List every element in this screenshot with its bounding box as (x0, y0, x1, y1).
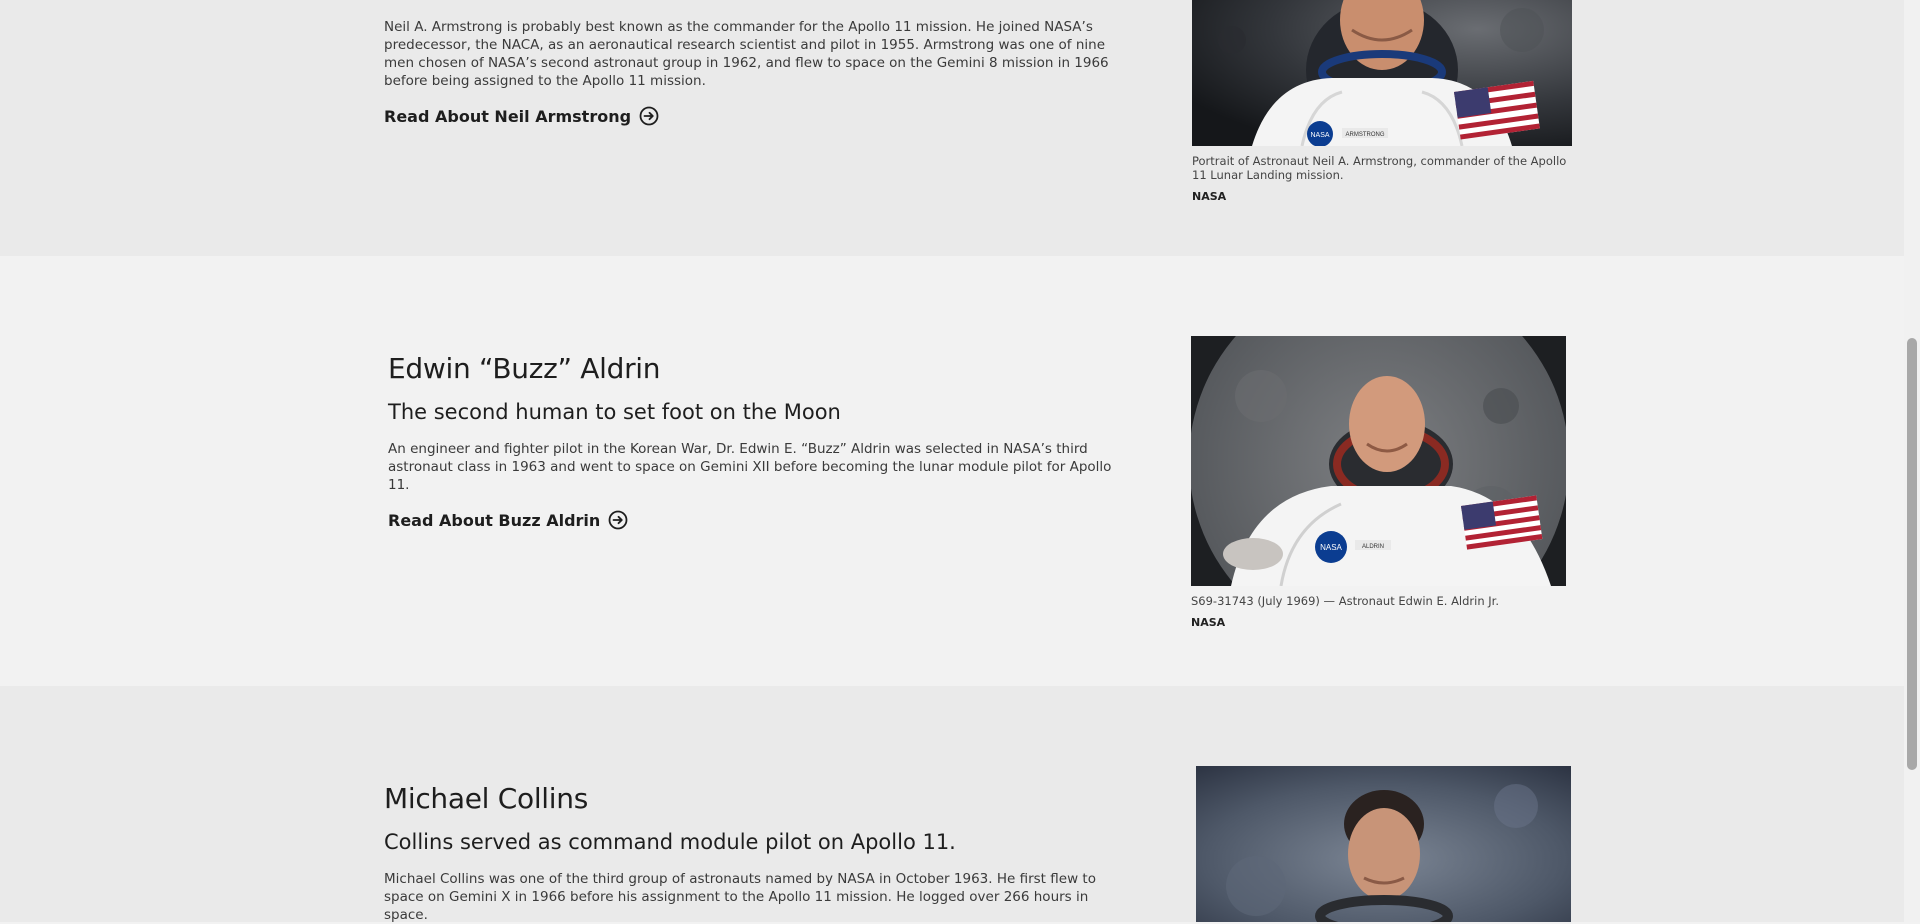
armstrong-image-credit: NASA (1192, 190, 1227, 203)
aldrin-name-tag: ALDRIN (1362, 544, 1384, 550)
aldrin-text-column: Edwin “Buzz” Aldrin The second human to … (388, 352, 1128, 530)
collins-figure (1196, 766, 1571, 922)
armstrong-portrait-image: NASA ARMSTRONG (1192, 0, 1572, 146)
collins-subtitle: Collins served as command module pilot o… (384, 830, 956, 854)
armstrong-section: Neil A. Armstrong is probably best known… (0, 0, 1904, 256)
read-about-armstrong-label: Read About Neil Armstrong (384, 106, 632, 126)
scrollbar-thumb[interactable] (1907, 338, 1917, 770)
armstrong-figure: NASA ARMSTRONG Portrait of Astronaut Nei… (1192, 0, 1572, 203)
arrow-right-circle-icon (608, 510, 628, 530)
collins-section: Michael Collins Collins served as comman… (0, 686, 1904, 924)
aldrin-image-credit: NASA (1191, 616, 1226, 629)
svg-text:NASA: NASA (1320, 543, 1342, 552)
page-scrollbar[interactable] (1904, 0, 1920, 922)
arrow-right-circle-icon (639, 106, 659, 126)
armstrong-image-caption: Portrait of Astronaut Neil A. Armstrong,… (1192, 154, 1567, 182)
aldrin-section: Edwin “Buzz” Aldrin The second human to … (0, 256, 1904, 686)
collins-bio: Michael Collins was one of the third gro… (384, 871, 1096, 923)
aldrin-name-heading: Edwin “Buzz” Aldrin (388, 352, 661, 385)
aldrin-image-caption: S69-31743 (July 1969) — Astronaut Edwin … (1191, 594, 1500, 608)
aldrin-bio: An engineer and fighter pilot in the Kor… (388, 441, 1112, 493)
collins-text-column: Michael Collins Collins served as comman… (384, 782, 1124, 924)
aldrin-figure: NASA ALDRIN S69-31743 (July 1969) — Astr… (1191, 336, 1591, 629)
aldrin-subtitle: The second human to set foot on the Moon (388, 400, 841, 424)
read-about-aldrin-label: Read About Buzz Aldrin (388, 510, 601, 530)
read-about-armstrong-link[interactable]: Read About Neil Armstrong (384, 106, 659, 126)
collins-portrait-image (1196, 766, 1571, 922)
collins-name-heading: Michael Collins (384, 782, 588, 815)
armstrong-text-column: Neil A. Armstrong is probably best known… (384, 18, 1124, 126)
aldrin-portrait-image: NASA ALDRIN (1191, 336, 1566, 586)
read-about-aldrin-link[interactable]: Read About Buzz Aldrin (388, 510, 628, 530)
armstrong-bio: Neil A. Armstrong is probably best known… (384, 19, 1109, 89)
armstrong-name-tag: ARMSTRONG (1346, 132, 1385, 138)
svg-text:NASA: NASA (1310, 132, 1329, 139)
